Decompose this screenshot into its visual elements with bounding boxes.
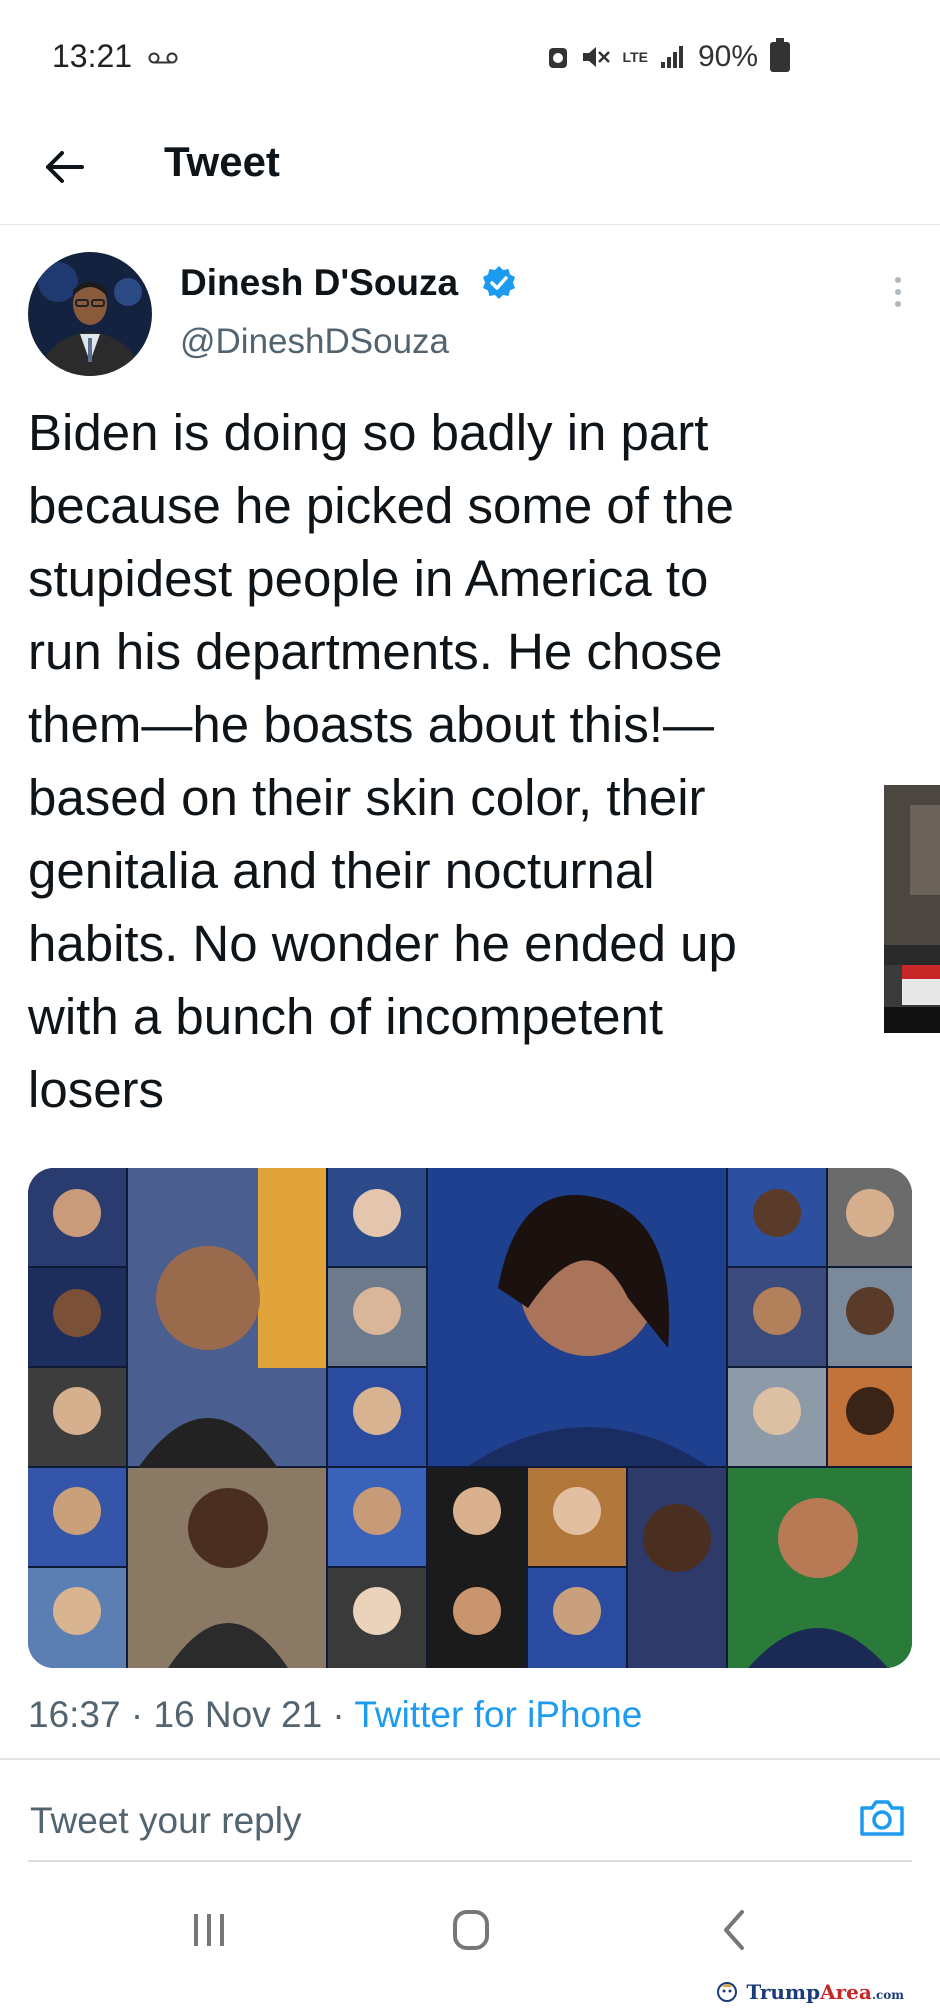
watermark-brand: Trump bbox=[746, 1980, 821, 2004]
tweet-date: 16 Nov 21 bbox=[153, 1694, 323, 1735]
tweet-metadata: 16:37 · 16 Nov 21 · Twitter for iPhone bbox=[28, 1694, 643, 1735]
floating-video-thumbnail[interactable] bbox=[884, 785, 940, 1033]
divider bbox=[0, 1758, 940, 1760]
camera-icon[interactable] bbox=[856, 1792, 908, 1844]
status-bar: 13:21 LTE 90% bbox=[0, 0, 940, 120]
reply-input[interactable] bbox=[28, 1790, 792, 1852]
home-icon[interactable] bbox=[436, 1898, 506, 1962]
arrow-left-icon[interactable] bbox=[40, 142, 90, 192]
author-handle[interactable]: @DineshDSouza bbox=[180, 322, 449, 362]
watermark-brand-accent: Area bbox=[820, 1980, 872, 2004]
watermark-logo: TrumpArea.com bbox=[716, 1980, 904, 2004]
watermark-suffix: .com bbox=[871, 1988, 904, 2002]
author-name[interactable]: Dinesh D'Souza bbox=[180, 262, 458, 304]
signal-icon bbox=[660, 46, 683, 68]
recent-apps-icon[interactable] bbox=[174, 1898, 244, 1962]
verified-badge-icon bbox=[483, 266, 515, 299]
photo-collage-icon bbox=[28, 1168, 912, 1668]
voicemail-icon bbox=[148, 52, 178, 64]
more-options-icon[interactable] bbox=[888, 272, 908, 312]
back-icon[interactable] bbox=[700, 1898, 770, 1962]
battery-icon bbox=[770, 38, 790, 72]
status-time: 13:21 bbox=[52, 38, 133, 74]
avatar[interactable] bbox=[28, 252, 152, 376]
face-logo-icon bbox=[717, 1982, 738, 2002]
system-nav-bar bbox=[0, 1880, 940, 1978]
tweet-author: Dinesh D'Souza @DineshDSouza bbox=[28, 252, 928, 382]
top-app-bar: Tweet bbox=[0, 120, 940, 225]
tweet-image-collage[interactable] bbox=[28, 1168, 912, 1668]
tweet-source-link[interactable]: Twitter for iPhone bbox=[354, 1694, 642, 1735]
tweet-text: Biden is doing so badly in part because … bbox=[28, 404, 737, 1118]
battery-percent: 90% bbox=[697, 40, 758, 73]
status-icons: LTE 90% bbox=[547, 38, 790, 74]
tweet-time: 16:37 bbox=[28, 1694, 121, 1735]
alarm-icon bbox=[548, 48, 567, 68]
mute-icon bbox=[582, 47, 610, 67]
divider bbox=[28, 1860, 912, 1862]
page-title: Tweet bbox=[164, 138, 280, 185]
lte-icon: LTE bbox=[622, 49, 648, 65]
